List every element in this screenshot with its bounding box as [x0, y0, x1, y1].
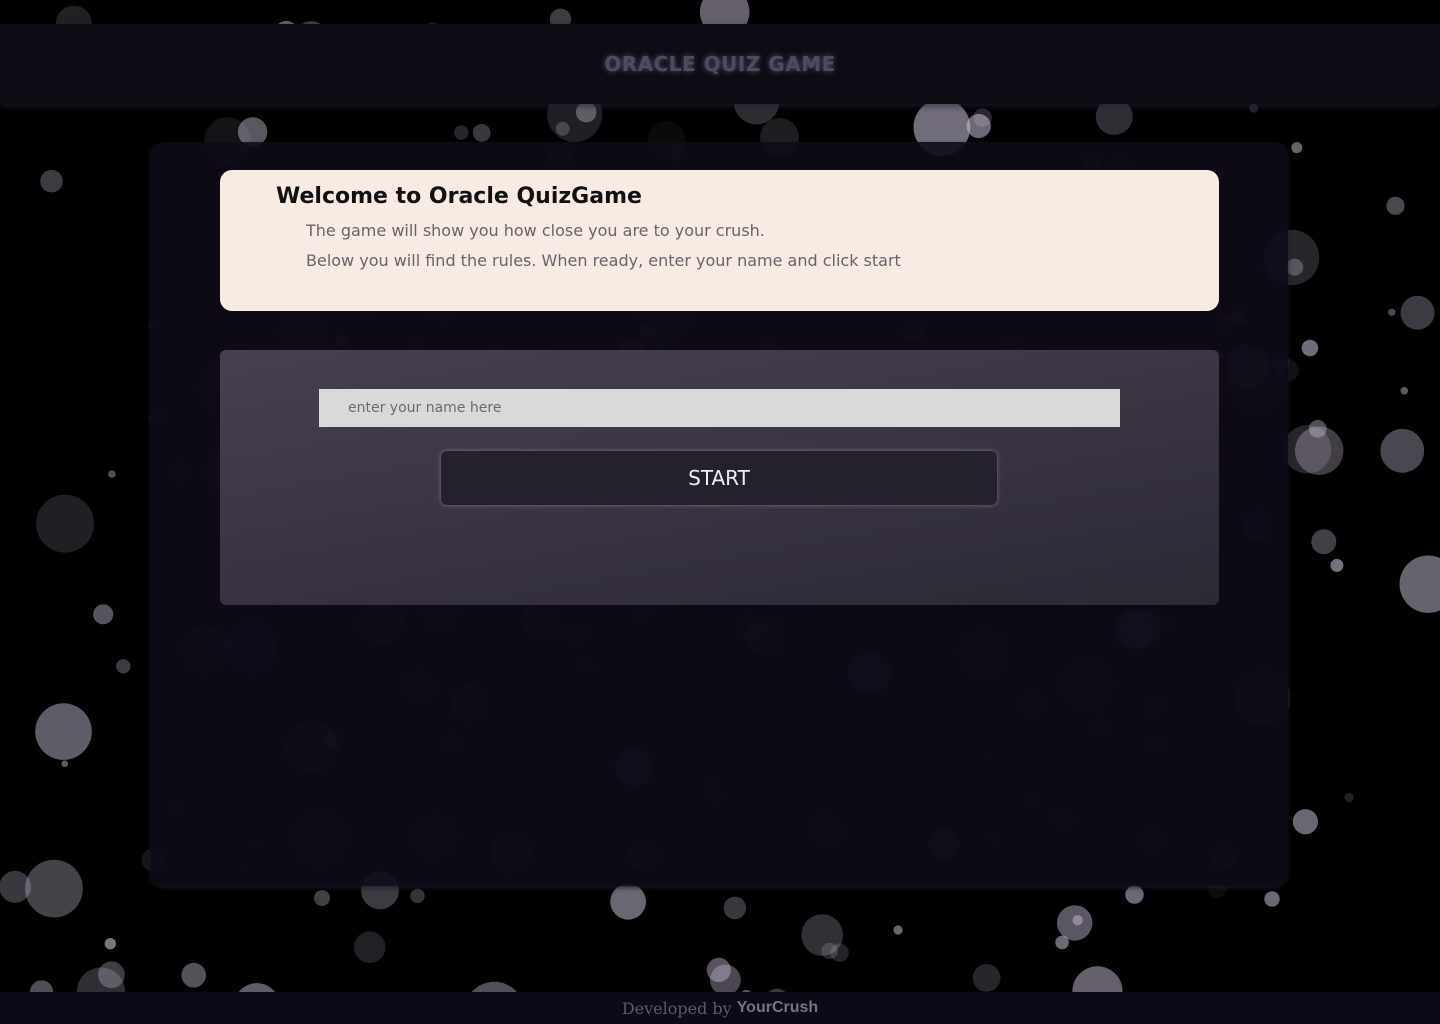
bokeh-bubble: [472, 123, 491, 142]
bokeh-bubble: [314, 890, 330, 906]
bokeh-bubble: [555, 121, 570, 136]
start-button[interactable]: START: [441, 451, 997, 505]
bokeh-bubble: [1057, 905, 1093, 941]
bokeh-bubble: [1286, 258, 1304, 276]
bokeh-bubble: [893, 925, 903, 935]
bokeh-bubble: [1292, 809, 1318, 835]
bokeh-bubble: [410, 888, 425, 904]
bokeh-bubble: [1400, 387, 1409, 395]
welcome-title: Welcome to Oracle QuizGame: [276, 184, 642, 209]
bokeh-bubble: [1344, 792, 1354, 803]
bokeh-bubble: [93, 604, 114, 625]
quiz-page: ORACLE QUIZ GAME Welcome to Oracle QuizG…: [0, 0, 1440, 1024]
footer: Developed by YourCrush: [0, 992, 1440, 1024]
bokeh-bubble: [1301, 339, 1319, 357]
bokeh-bubble: [610, 883, 646, 920]
bokeh-bubble: [353, 931, 386, 963]
bokeh-bubble: [972, 964, 1001, 992]
bokeh-bubble: [1264, 891, 1280, 907]
bokeh-bubble: [973, 108, 992, 127]
bokeh-bubble: [40, 169, 63, 193]
bokeh-bubble: [108, 470, 116, 478]
bokeh-bubble: [1125, 885, 1144, 904]
bokeh-bubble: [1386, 196, 1405, 215]
bokeh-bubble: [61, 760, 69, 767]
bokeh-bubble: [1330, 558, 1344, 572]
bokeh-bubble: [25, 859, 83, 918]
bokeh-bubble: [821, 942, 838, 960]
footer-credit-prefix: Developed by: [621, 998, 732, 1018]
bokeh-bubble: [706, 957, 731, 983]
bokeh-bubble: [1388, 308, 1396, 316]
welcome-card: Welcome to Oracle QuizGame The game will…: [220, 170, 1219, 311]
welcome-text-line-1: The game will show you how close you are…: [306, 221, 765, 240]
start-form: START: [220, 350, 1219, 605]
bokeh-bubble: [1249, 103, 1259, 113]
footer-brand-link[interactable]: YourCrush: [737, 999, 818, 1017]
bokeh-bubble: [1308, 419, 1327, 438]
bokeh-bubble: [1291, 142, 1303, 154]
bokeh-bubble: [35, 703, 92, 760]
bokeh-bubble: [723, 896, 747, 920]
name-input[interactable]: [319, 389, 1120, 427]
bokeh-bubble: [116, 659, 131, 674]
bokeh-bubble: [36, 494, 95, 553]
bokeh-bubble: [454, 125, 469, 140]
bokeh-bubble: [181, 962, 206, 988]
welcome-text-line-2: Below you will find the rules. When read…: [306, 251, 901, 270]
app-title: ORACLE QUIZ GAME: [604, 52, 836, 76]
bokeh-bubble: [104, 938, 117, 950]
bokeh-bubble: [575, 101, 597, 123]
bokeh-bubble: [1380, 428, 1425, 473]
bokeh-bubble: [1400, 295, 1435, 330]
bokeh-bubble: [1399, 555, 1440, 613]
app-header: ORACLE QUIZ GAME: [0, 24, 1440, 104]
bokeh-bubble: [1311, 529, 1337, 555]
